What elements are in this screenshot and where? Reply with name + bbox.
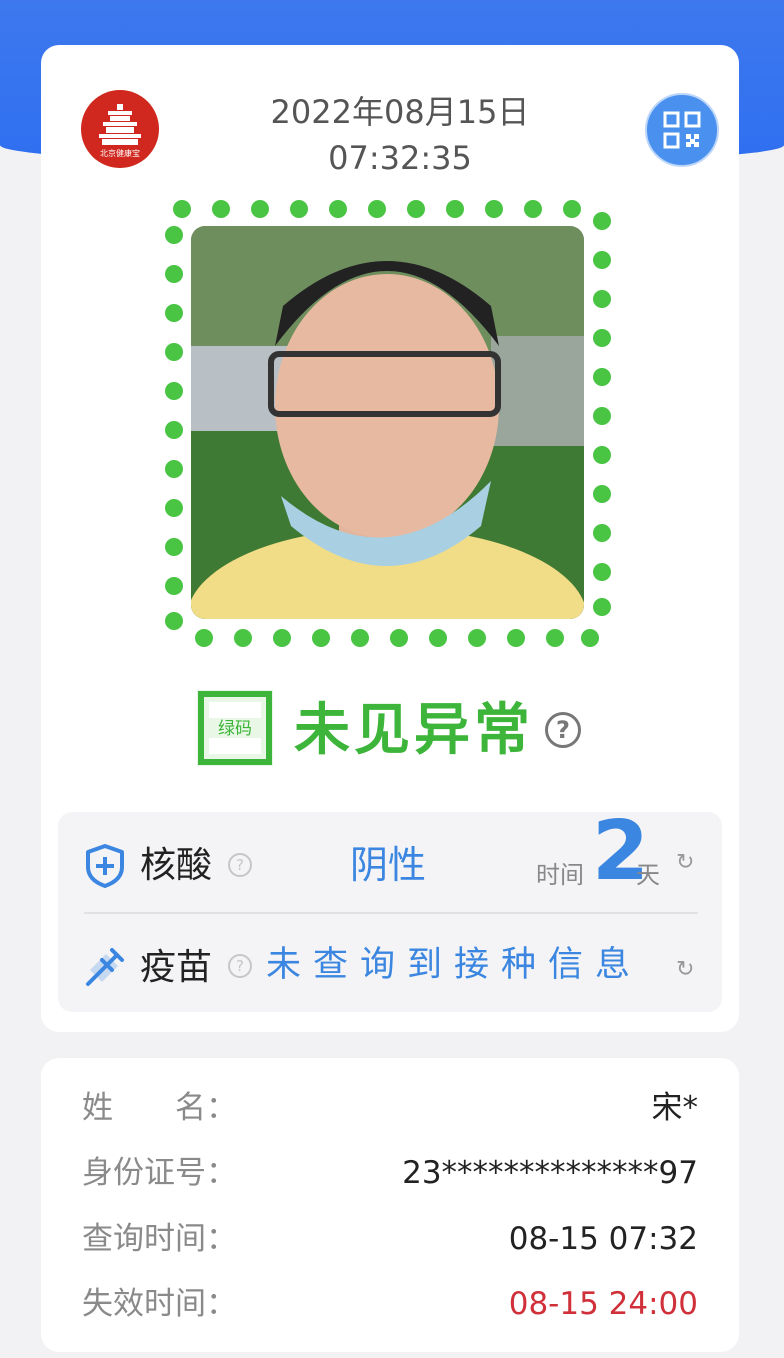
id-label: 身份证号： bbox=[82, 1155, 237, 1191]
nucleic-help-icon[interactable]: ? bbox=[228, 853, 252, 877]
nucleic-label: 核酸 bbox=[140, 845, 213, 886]
vaccine-result: 未查询到接种信息 bbox=[266, 945, 643, 985]
name-label: 姓 名： bbox=[82, 1090, 237, 1126]
status-help-icon[interactable]: ? bbox=[545, 712, 581, 748]
green-code-label: 绿码 bbox=[218, 719, 252, 739]
expire-time-value: 08-15 24:00 bbox=[508, 1286, 698, 1322]
vaccine-label: 疫苗 bbox=[140, 947, 213, 988]
qr-code-button[interactable] bbox=[645, 93, 719, 167]
status-text: 未见异常 bbox=[294, 698, 534, 763]
vaccine-help-icon[interactable]: ? bbox=[228, 954, 252, 978]
vaccine-refresh-icon[interactable]: ↻ bbox=[676, 959, 698, 981]
qr-code-icon bbox=[663, 111, 701, 149]
shield-plus-icon bbox=[86, 844, 124, 888]
id-value: 23**************97 bbox=[402, 1155, 698, 1191]
syringe-icon bbox=[86, 948, 124, 986]
nucleic-result: 阴性 bbox=[350, 843, 427, 887]
logo-text: 北京健康宝 bbox=[100, 149, 140, 158]
expire-time-label: 失效时间： bbox=[82, 1286, 237, 1322]
query-time-value: 08-15 07:32 bbox=[508, 1221, 698, 1257]
nucleic-day-unit: 天 bbox=[636, 861, 660, 889]
query-time-label: 查询时间： bbox=[82, 1221, 237, 1257]
date-display: 2022年08月15日 bbox=[270, 93, 530, 131]
nucleic-refresh-icon[interactable]: ↻ bbox=[676, 852, 698, 874]
user-photo bbox=[191, 226, 584, 619]
name-value: 宋* bbox=[651, 1090, 699, 1126]
panel-divider bbox=[84, 912, 698, 914]
time-display: 07:32:35 bbox=[328, 139, 472, 177]
nucleic-time-label: 时间 bbox=[536, 861, 584, 889]
